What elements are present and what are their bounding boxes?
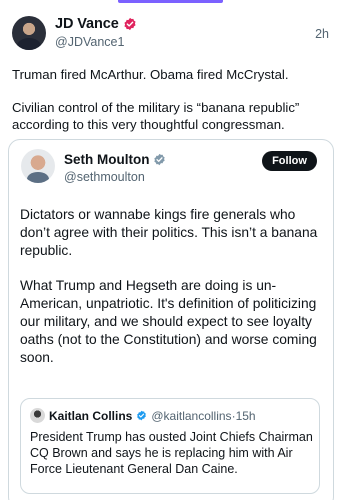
verified-badge-icon bbox=[154, 153, 166, 166]
quoted-post-card[interactable]: Seth Moulton @sethmoulton Follow Dictato… bbox=[8, 139, 334, 500]
nested-author-handle[interactable]: @kaitlancollins bbox=[151, 409, 231, 423]
post-text: Truman fired McArthur. Obama fired McCry… bbox=[12, 66, 332, 133]
nested-quote-header: Kaitlan Collins @kaitlancollins · 15h bbox=[30, 408, 256, 423]
quoted-author-name[interactable]: Seth Moulton bbox=[64, 152, 149, 167]
author-handle[interactable]: @JDVance1 bbox=[55, 35, 124, 49]
nested-timestamp[interactable]: 15h bbox=[236, 409, 256, 423]
post-header: JD Vance @JDVance1 2h bbox=[12, 16, 331, 52]
follow-button[interactable]: Follow bbox=[262, 151, 317, 171]
post-text-line: Civilian control of the military is “ban… bbox=[12, 100, 300, 132]
avatar[interactable] bbox=[12, 16, 46, 50]
quoted-paragraph: What Trump and Hegseth are doing is un-A… bbox=[20, 278, 317, 365]
quoted-author-handle[interactable]: @sethmoulton bbox=[64, 170, 145, 184]
quoted-author-name-row[interactable]: Seth Moulton bbox=[64, 152, 166, 167]
post-text-line: Truman fired McArthur. Obama fired McCry… bbox=[12, 67, 289, 82]
quoted-paragraph: Dictators or wannabe kings fire generals… bbox=[20, 207, 318, 258]
post-timestamp[interactable]: 2h bbox=[315, 27, 329, 41]
nested-author-name[interactable]: Kaitlan Collins bbox=[49, 409, 132, 423]
author-name-row[interactable]: JD Vance bbox=[55, 16, 137, 32]
top-accent-bar bbox=[118, 0, 223, 3]
author-display-name[interactable]: JD Vance bbox=[55, 16, 119, 32]
verified-badge-icon bbox=[124, 17, 136, 31]
nested-quote-text: President Trump has ousted Joint Chiefs … bbox=[30, 430, 313, 476]
nested-quote-card[interactable]: Kaitlan Collins @kaitlancollins · 15h Pr… bbox=[20, 398, 320, 494]
quoted-avatar[interactable] bbox=[21, 149, 55, 183]
quoted-post-text: Dictators or wannabe kings fire generals… bbox=[20, 206, 324, 367]
nested-avatar[interactable] bbox=[30, 408, 45, 423]
verified-badge-icon bbox=[137, 410, 147, 421]
